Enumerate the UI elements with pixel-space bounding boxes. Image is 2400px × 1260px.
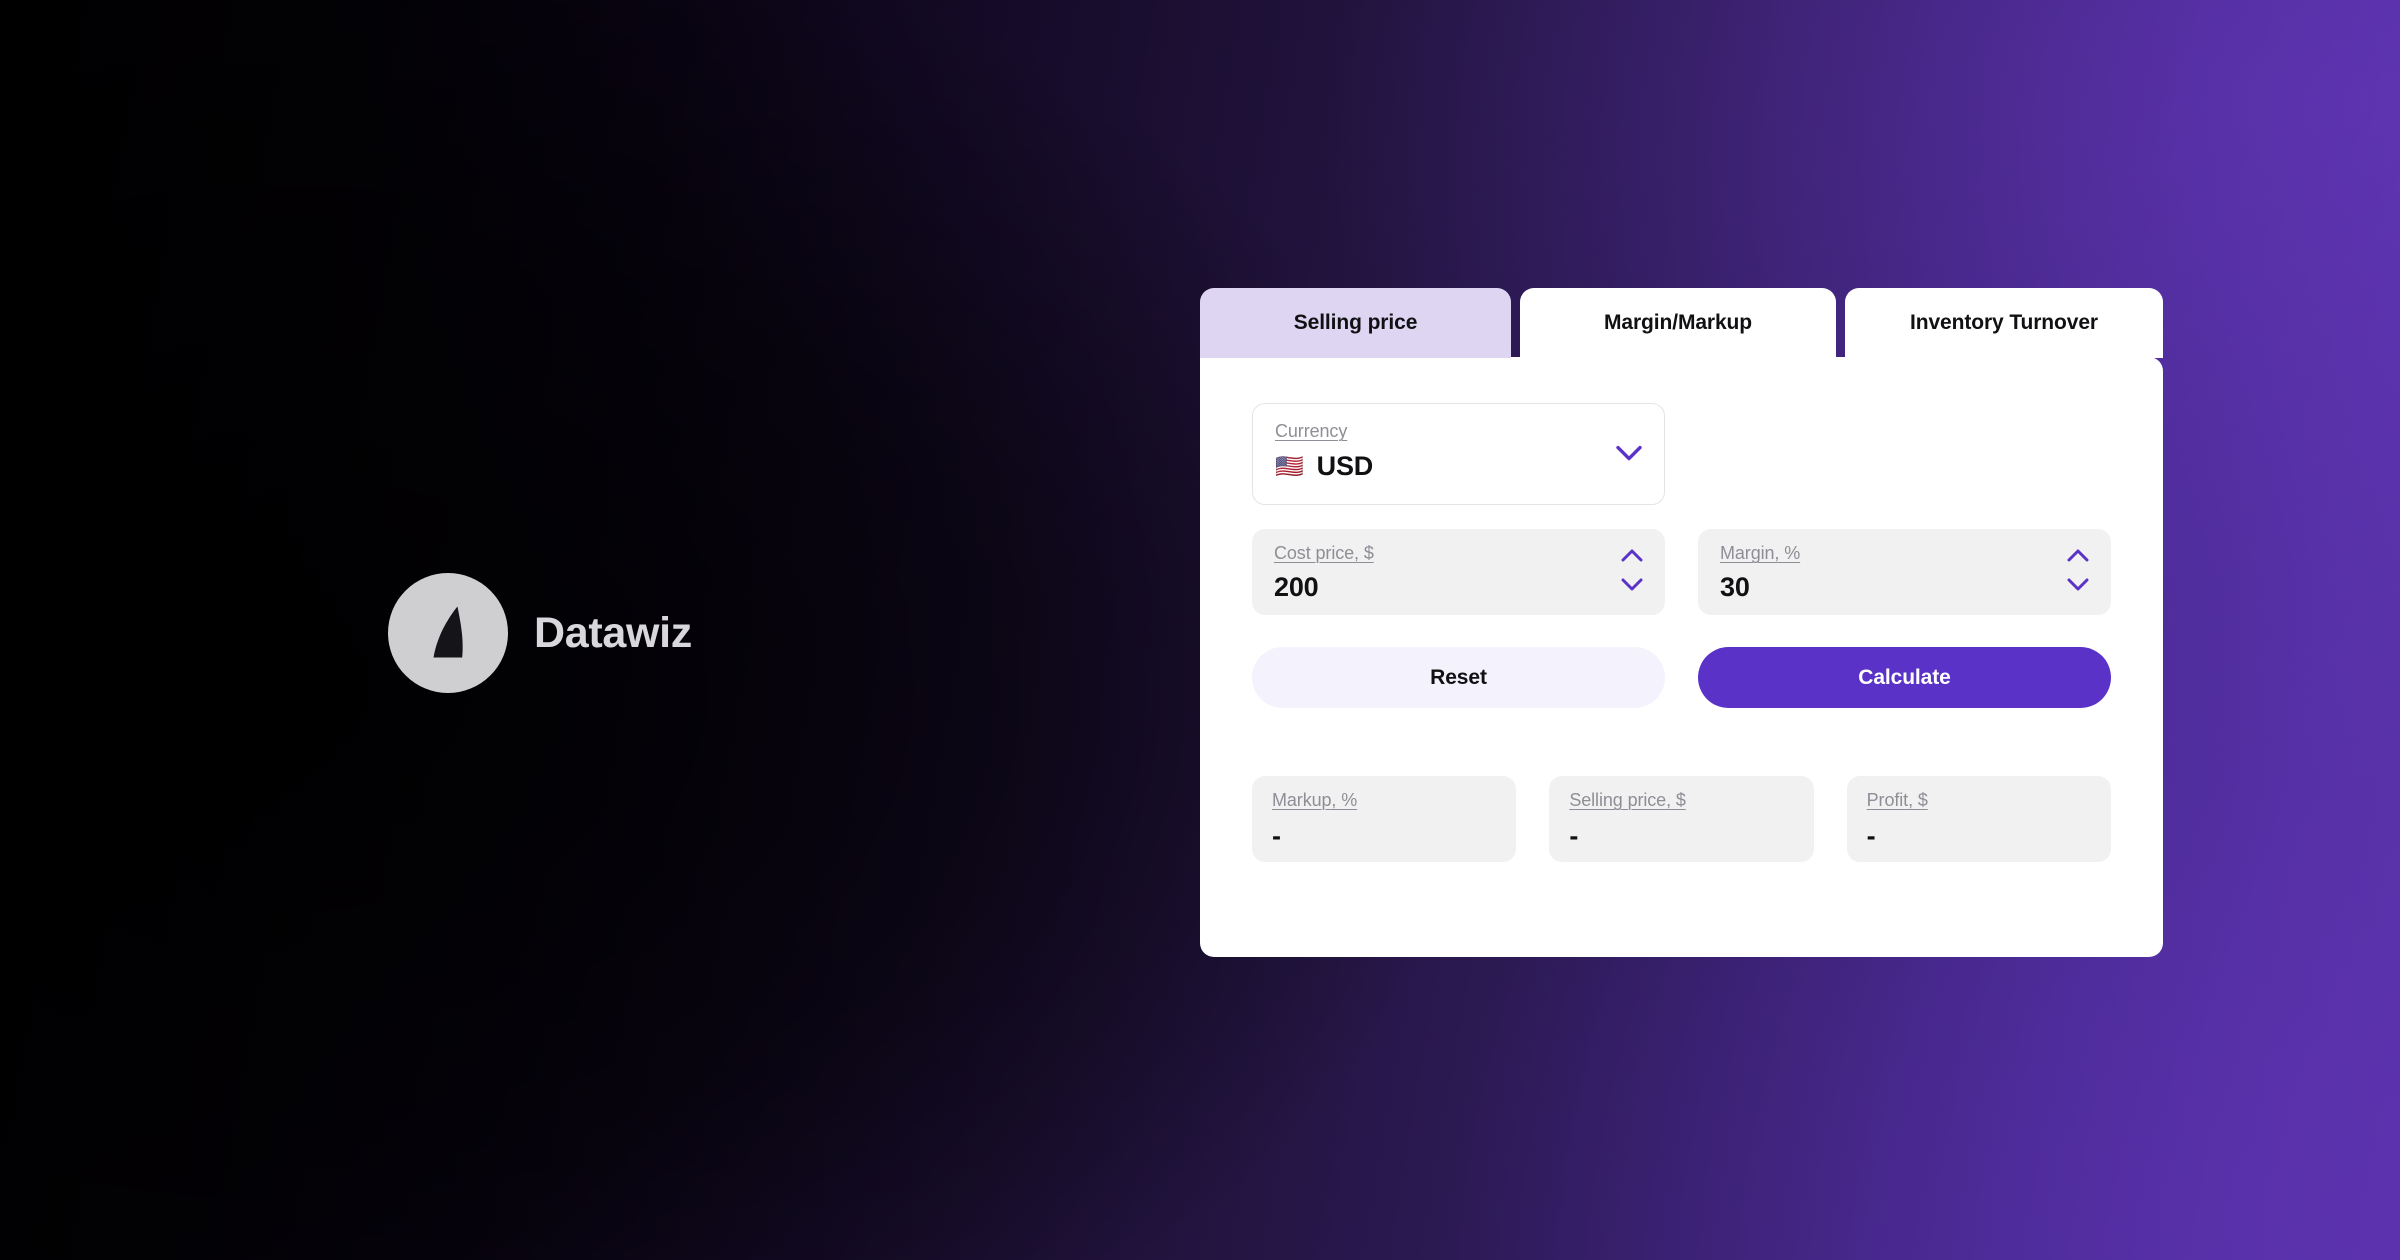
result-profit-value: - [1866,821,1876,851]
calculator-widget: Selling price Margin/Markup Inventory Tu… [1200,286,2163,957]
margin-stepper [2065,547,2091,593]
chevron-down-icon[interactable] [1616,445,1642,467]
tab-selling-price[interactable]: Selling price [1200,288,1511,358]
result-markup-label: Markup, % [1272,790,1358,810]
chevron-up-icon[interactable] [1619,547,1645,564]
chevron-down-icon[interactable] [1619,576,1645,593]
cost-price-field[interactable]: Cost price, $ 200 [1252,529,1665,615]
result-selling-price: Selling price, $ - [1549,776,1814,862]
brand-name: Datawiz [534,608,692,657]
datawiz-droplet-logo-icon [388,573,508,693]
brand-logo: Datawiz [388,573,692,693]
result-markup: Markup, % - [1252,776,1517,862]
tab-inventory-turnover[interactable]: Inventory Turnover [1845,288,2163,358]
margin-field[interactable]: Margin, % 30 [1698,529,2111,615]
currency-value-row: 🇺🇸 USD [1275,453,1642,480]
results-row: Markup, % - Selling price, $ - Profit, $… [1252,776,2111,862]
currency-value: USD [1316,451,1374,481]
tab-margin-markup[interactable]: Margin/Markup [1520,288,1836,358]
calculate-button[interactable]: Calculate [1698,647,2111,708]
cost-price-label: Cost price, $ [1274,543,1374,563]
calculator-card: Currency 🇺🇸 USD Cost price, $ 200 Margin… [1200,357,2163,957]
result-profit-label: Profit, $ [1866,790,1928,810]
result-profit: Profit, $ - [1846,776,2111,862]
result-selling-price-value: - [1569,821,1579,851]
action-row: Reset Calculate [1252,647,2111,708]
margin-value: 30 [1720,572,1750,602]
currency-select[interactable]: Currency 🇺🇸 USD [1252,403,1665,505]
chevron-up-icon[interactable] [2065,547,2091,564]
result-markup-value: - [1272,821,1281,851]
currency-label: Currency [1275,421,1348,441]
tab-bar: Selling price Margin/Markup Inventory Tu… [1200,286,2163,358]
result-selling-price-label: Selling price, $ [1569,790,1686,810]
cost-price-stepper [1619,547,1645,593]
reset-button[interactable]: Reset [1252,647,1665,708]
us-flag-icon: 🇺🇸 [1275,453,1304,479]
input-row: Cost price, $ 200 Margin, % 30 [1252,529,2111,615]
chevron-down-icon[interactable] [2065,576,2091,593]
margin-label: Margin, % [1720,543,1801,563]
cost-price-value: 200 [1274,572,1319,602]
